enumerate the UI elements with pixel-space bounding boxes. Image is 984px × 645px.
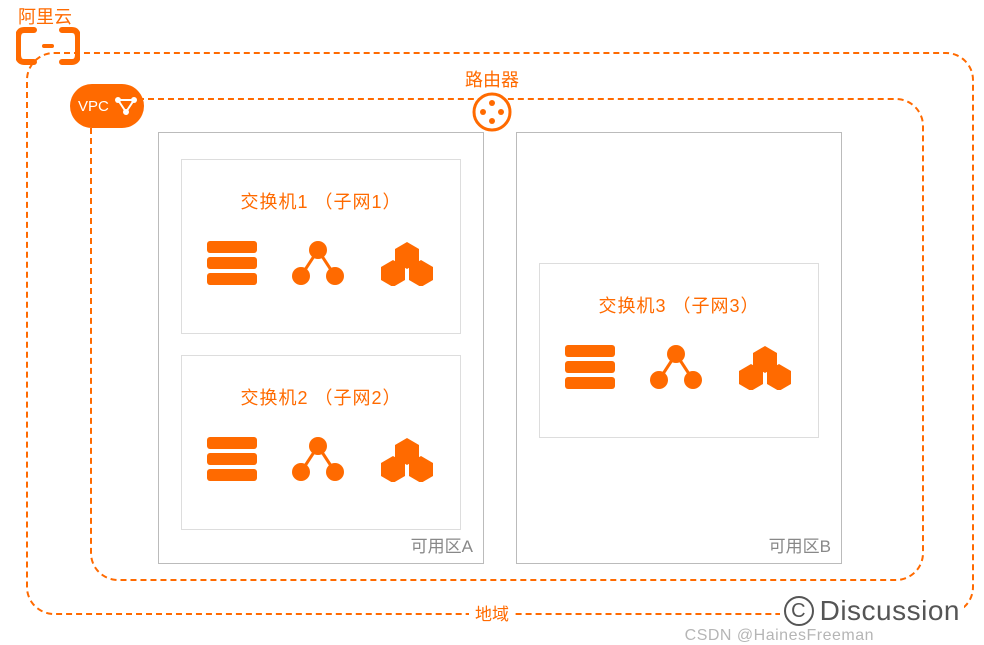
subnet-2-title: 交换机2 （子网2） bbox=[240, 384, 401, 410]
subnet-3: 交换机3 （子网3） bbox=[539, 263, 819, 438]
cluster-icon bbox=[291, 240, 345, 286]
zone-b-label: 可用区B bbox=[769, 532, 831, 557]
region-label: 地域 bbox=[469, 600, 515, 625]
vpc-cloud-icon bbox=[112, 94, 140, 118]
availability-zone-a: 交换机1 （子网1） 交换机2 （子网2） bbox=[158, 132, 484, 564]
vpc-badge-text: VPC bbox=[78, 98, 109, 115]
cluster-icon bbox=[291, 436, 345, 482]
server-icon bbox=[565, 345, 615, 389]
subnet-2-icons bbox=[207, 436, 435, 482]
router-icon bbox=[472, 92, 512, 137]
subnet-1-title: 交换机1 （子网1） bbox=[240, 188, 401, 214]
subnet-1-icons bbox=[207, 240, 435, 286]
hex-cluster-icon bbox=[379, 436, 435, 482]
watermark-csdn: CSDN @HainesFreeman bbox=[685, 627, 874, 645]
hex-cluster-icon bbox=[737, 344, 793, 390]
subnet-1: 交换机1 （子网1） bbox=[181, 159, 461, 334]
cluster-icon bbox=[649, 344, 703, 390]
hex-cluster-icon bbox=[379, 240, 435, 286]
zone-a-label: 可用区A bbox=[411, 532, 473, 557]
watermark-c-icon: C bbox=[784, 596, 814, 626]
subnet-2: 交换机2 （子网2） bbox=[181, 355, 461, 530]
server-icon bbox=[207, 437, 257, 481]
subnet-3-icons bbox=[565, 344, 793, 390]
availability-zone-b: 交换机3 （子网3） 可用区B bbox=[516, 132, 842, 564]
watermark-discussion: C Discussion bbox=[780, 595, 964, 627]
subnet-3-title: 交换机3 （子网3） bbox=[598, 292, 759, 318]
vpc-badge: VPC bbox=[70, 84, 144, 128]
watermark-discussion-text: Discussion bbox=[820, 595, 960, 627]
router-label: 路由器 bbox=[459, 66, 525, 92]
server-icon bbox=[207, 241, 257, 285]
